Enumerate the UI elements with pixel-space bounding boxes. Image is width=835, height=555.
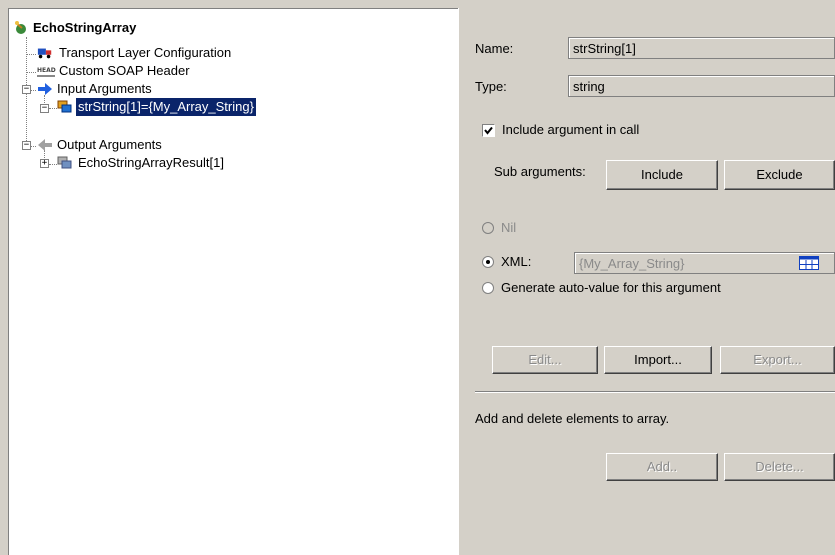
- edit-button[interactable]: Edit...: [492, 346, 598, 374]
- array-icon: [57, 156, 72, 169]
- argument-properties-panel: Name: strString[1] Type: string Include …: [464, 8, 835, 555]
- include-button[interactable]: Include: [606, 160, 718, 190]
- checkmark-icon: [484, 126, 493, 135]
- nil-radio[interactable]: [482, 222, 494, 234]
- left-border: [0, 8, 8, 555]
- xml-value-field: {My_Array_String}: [574, 252, 835, 274]
- tree-item-label: Transport Layer Configuration: [59, 45, 232, 60]
- expand-toggle[interactable]: +: [40, 159, 49, 168]
- name-field: strString[1]: [568, 37, 835, 59]
- xml-radio[interactable]: [482, 256, 494, 268]
- arrow-left-icon: [38, 139, 52, 151]
- auto-value-radio[interactable]: [482, 282, 494, 294]
- tree-connector: [49, 164, 57, 165]
- array-icon: [57, 100, 72, 113]
- xml-label: XML:: [501, 254, 532, 269]
- collapse-toggle[interactable]: −: [22, 141, 31, 150]
- add-button[interactable]: Add..: [606, 453, 718, 481]
- tree-item-label: Custom SOAP Header: [59, 63, 190, 78]
- top-strip: [0, 0, 835, 8]
- grid-editor-icon[interactable]: [799, 256, 819, 270]
- tree-connector: [49, 108, 57, 109]
- delete-button[interactable]: Delete...: [724, 453, 835, 481]
- import-button[interactable]: Import...: [604, 346, 712, 374]
- tree-connector: [26, 54, 36, 55]
- tree-item-label-selected: strString[1]={My_Array_String}: [76, 98, 256, 116]
- include-argument-label[interactable]: Include argument in call: [502, 122, 639, 137]
- tree-root-label: EchoStringArray: [33, 20, 137, 35]
- separator: [475, 391, 835, 393]
- tree-connector: [26, 72, 36, 73]
- collapse-toggle[interactable]: −: [22, 85, 31, 94]
- argument-tree[interactable]: EchoStringArray Transport Layer Configur…: [8, 8, 458, 555]
- export-button[interactable]: Export...: [720, 346, 835, 374]
- array-hint-text: Add and delete elements to array.: [475, 411, 670, 426]
- include-argument-checkbox[interactable]: [482, 124, 495, 137]
- auto-value-label: Generate auto-value for this argument: [501, 280, 721, 295]
- nil-label: Nil: [501, 220, 517, 235]
- exclude-button[interactable]: Exclude: [724, 160, 835, 190]
- web-service-icon: [15, 21, 26, 34]
- tree-item-label: Output Arguments: [57, 137, 162, 152]
- sub-arguments-label: Sub arguments:: [494, 164, 586, 179]
- type-label: Type:: [475, 79, 507, 94]
- name-label: Name:: [475, 41, 514, 56]
- type-field: string: [568, 75, 835, 97]
- collapse-toggle[interactable]: −: [40, 104, 49, 113]
- truck-icon: [37, 48, 52, 59]
- tree-item-label: Input Arguments: [57, 81, 152, 96]
- head-icon: HEAD: [37, 66, 56, 77]
- arrow-right-icon: [38, 83, 52, 95]
- tree-item-label: EchoStringArrayResult[1]: [78, 155, 224, 170]
